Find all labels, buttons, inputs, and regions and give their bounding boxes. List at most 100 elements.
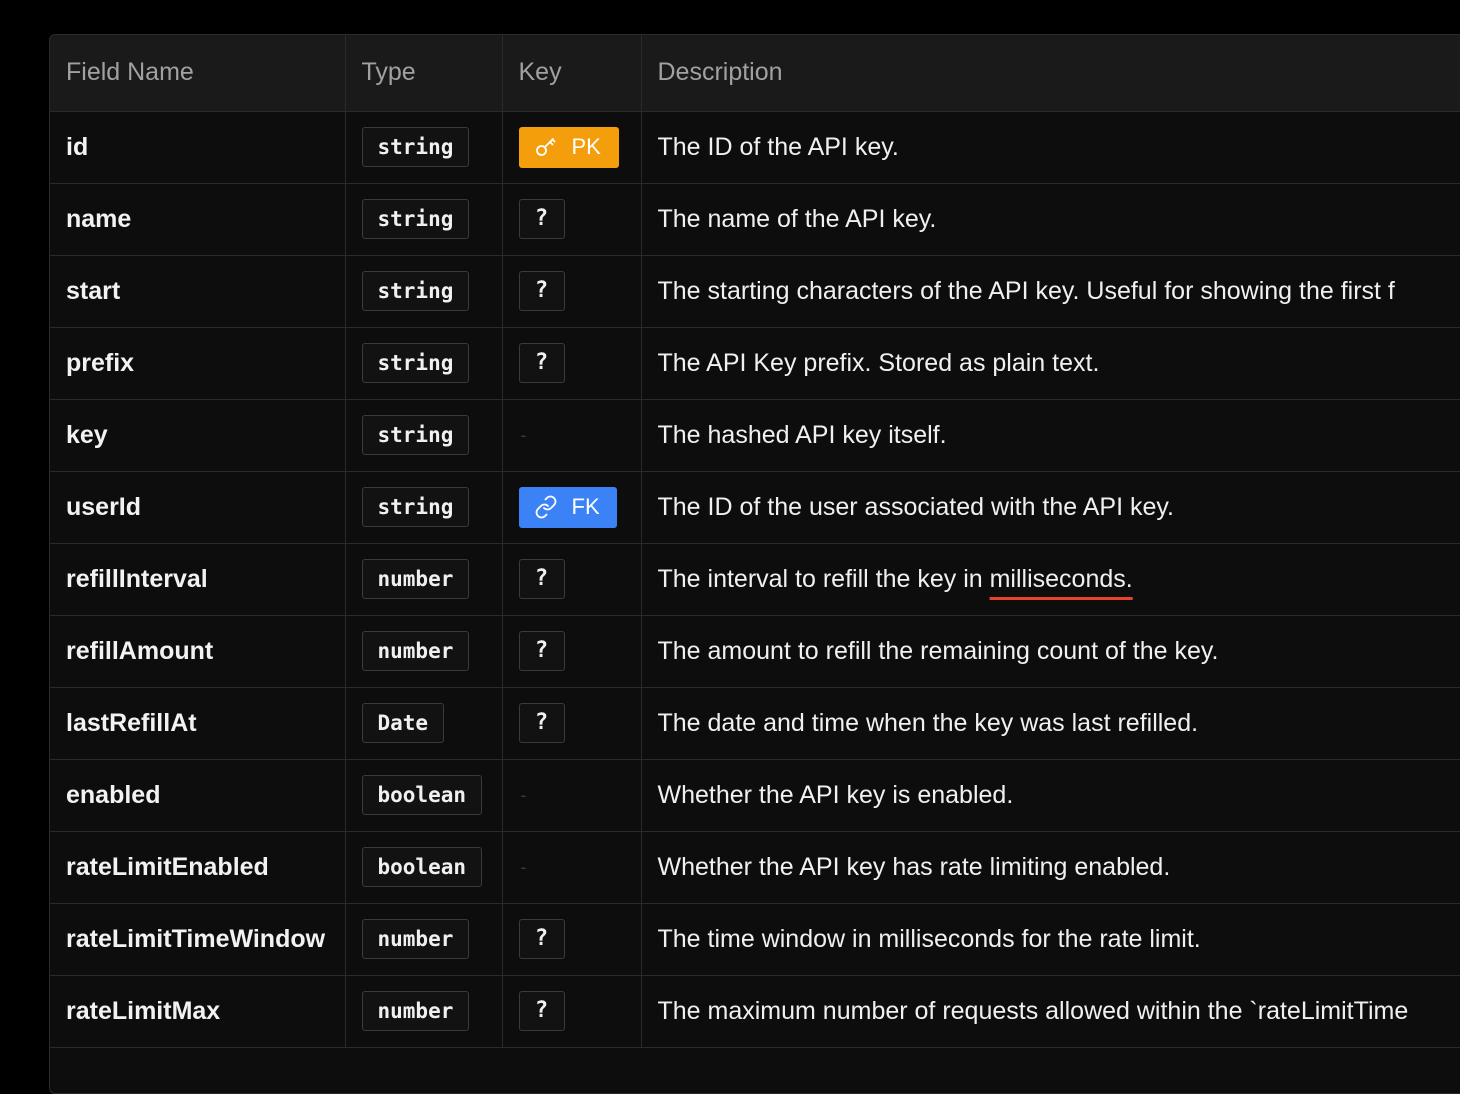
optional-badge: ? xyxy=(518,631,565,671)
link-icon xyxy=(535,495,556,519)
table-row: start string ? The starting characters o… xyxy=(50,255,1460,328)
table-row: refillInterval number ? The interval to … xyxy=(50,543,1460,616)
type-cell: boolean xyxy=(345,831,503,904)
field-name: lastRefillAt xyxy=(50,687,346,760)
table-row: rateLimitEnabled boolean - Whether the A… xyxy=(50,831,1460,904)
table-row: name string ? The name of the API key. xyxy=(50,183,1460,256)
table-header: Field Name Type Key Description xyxy=(50,35,1460,112)
field-description: The ID of the API key. xyxy=(641,111,1460,184)
field-description: The date and time when the key was last … xyxy=(641,687,1460,760)
key-cell: PK xyxy=(502,111,642,184)
schema-table-container: Field Name Type Key Description id strin… xyxy=(49,34,1460,1094)
optional-badge: ? xyxy=(518,271,565,311)
field-name: name xyxy=(50,183,346,256)
type-cell: number xyxy=(345,975,503,1048)
field-description: The hashed API key itself. xyxy=(641,399,1460,472)
key-cell: - xyxy=(502,831,642,904)
header-type: Type xyxy=(345,35,503,112)
header-key: Key xyxy=(502,35,642,112)
primary-key-badge: PK xyxy=(518,126,619,168)
key-cell: ? xyxy=(502,543,642,616)
table-row: userId string FK The ID of the user asso… xyxy=(50,471,1460,544)
optional-badge: ? xyxy=(518,919,565,959)
field-description: The ID of the user associated with the A… xyxy=(641,471,1460,544)
header-row: Field Name Type Key Description xyxy=(50,35,1460,112)
optional-badge: ? xyxy=(518,343,565,383)
field-name: rateLimitMax xyxy=(50,975,346,1048)
table-row: rateLimitTimeWindow number ? The time wi… xyxy=(50,903,1460,976)
table-row: enabled boolean - Whether the API key is… xyxy=(50,759,1460,832)
type-badge: boolean xyxy=(361,775,483,815)
key-cell: ? xyxy=(502,255,642,328)
key-cell: ? xyxy=(502,687,642,760)
type-badge: number xyxy=(361,631,470,671)
type-badge: boolean xyxy=(361,847,483,887)
no-key-indicator: - xyxy=(520,424,527,445)
field-name: refillAmount xyxy=(50,615,346,688)
key-cell: FK xyxy=(502,471,642,544)
optional-badge: ? xyxy=(518,199,565,239)
key-cell: - xyxy=(502,759,642,832)
schema-table: Field Name Type Key Description id strin… xyxy=(50,35,1460,1048)
type-badge: number xyxy=(361,991,470,1031)
key-cell: - xyxy=(502,399,642,472)
type-cell: string xyxy=(345,327,503,400)
type-cell: boolean xyxy=(345,759,503,832)
key-cell: ? xyxy=(502,903,642,976)
type-badge: Date xyxy=(361,703,445,743)
field-name: prefix xyxy=(50,327,346,400)
field-name: refillInterval xyxy=(50,543,346,616)
type-cell: string xyxy=(345,255,503,328)
table-row: id string PK The ID of the API key. xyxy=(50,111,1460,184)
field-description: The amount to refill the remaining count… xyxy=(641,615,1460,688)
field-description: Whether the API key is enabled. xyxy=(641,759,1460,832)
field-description: The maximum number of requests allowed w… xyxy=(641,975,1460,1048)
type-badge: string xyxy=(361,127,470,167)
optional-badge: ? xyxy=(518,703,565,743)
type-badge: string xyxy=(361,343,470,383)
pk-label: PK xyxy=(571,134,601,159)
field-name: key xyxy=(50,399,346,472)
type-cell: number xyxy=(345,615,503,688)
type-badge: string xyxy=(361,415,470,455)
table-row: key string - The hashed API key itself. xyxy=(50,399,1460,472)
type-cell: string xyxy=(345,471,503,544)
description-text: The interval to refill the key in xyxy=(657,564,990,593)
field-description: The interval to refill the key in millis… xyxy=(641,543,1460,616)
key-cell: ? xyxy=(502,975,642,1048)
field-name: rateLimitTimeWindow xyxy=(50,903,346,976)
type-cell: number xyxy=(345,903,503,976)
foreign-key-badge[interactable]: FK xyxy=(518,486,617,528)
field-description: Whether the API key has rate limiting en… xyxy=(641,831,1460,904)
type-badge: number xyxy=(361,559,470,599)
table-body: id string PK The ID of the API key. name… xyxy=(50,111,1460,1048)
table-row: rateLimitMax number ? The maximum number… xyxy=(50,975,1460,1048)
optional-badge: ? xyxy=(518,991,565,1031)
field-description: The starting characters of the API key. … xyxy=(641,255,1460,328)
type-cell: string xyxy=(345,399,503,472)
table-row: refillAmount number ? The amount to refi… xyxy=(50,615,1460,688)
field-name: enabled xyxy=(50,759,346,832)
optional-badge: ? xyxy=(518,559,565,599)
field-description: The time window in milliseconds for the … xyxy=(641,903,1460,976)
field-description: The name of the API key. xyxy=(641,183,1460,256)
header-field-name: Field Name xyxy=(50,35,346,112)
field-name: id xyxy=(50,111,346,184)
table-row: prefix string ? The API Key prefix. Stor… xyxy=(50,327,1460,400)
no-key-indicator: - xyxy=(520,856,527,877)
key-icon xyxy=(535,138,555,156)
underlined-term: milliseconds. xyxy=(989,564,1133,593)
field-name: start xyxy=(50,255,346,328)
table-row: lastRefillAt Date ? The date and time wh… xyxy=(50,687,1460,760)
field-name: userId xyxy=(50,471,346,544)
type-badge: number xyxy=(361,919,470,959)
no-key-indicator: - xyxy=(520,784,527,805)
type-badge: string xyxy=(361,271,470,311)
type-cell: string xyxy=(345,183,503,256)
type-cell: string xyxy=(345,111,503,184)
type-badge: string xyxy=(361,487,470,527)
type-cell: Date xyxy=(345,687,503,760)
type-badge: string xyxy=(361,199,470,239)
type-cell: number xyxy=(345,543,503,616)
key-cell: ? xyxy=(502,183,642,256)
